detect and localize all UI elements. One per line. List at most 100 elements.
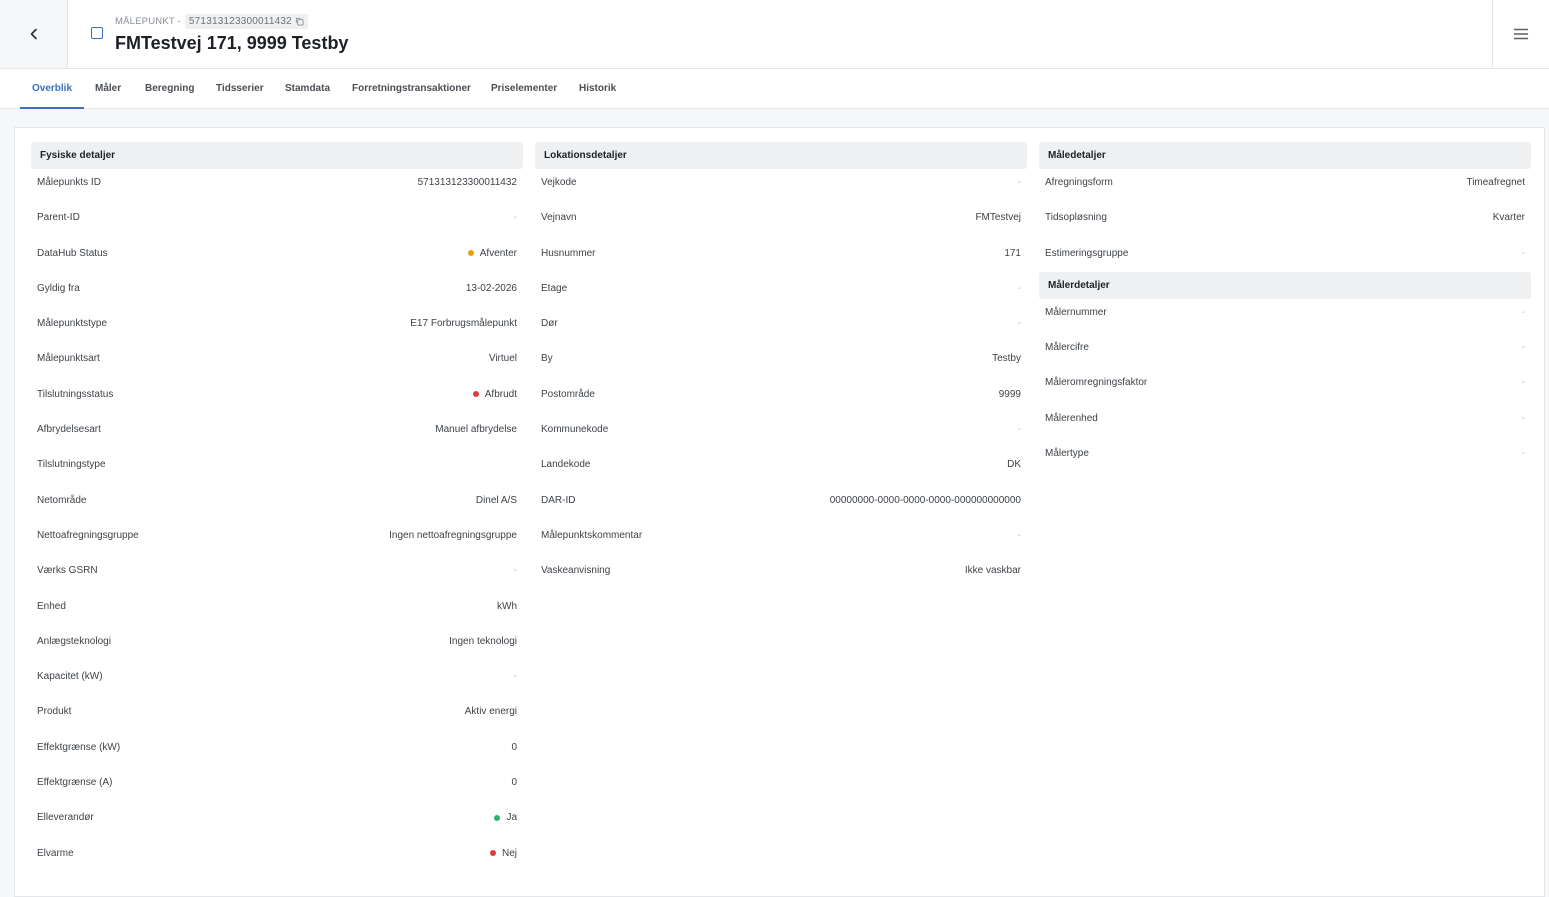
detail-row: Postområde 9999 [535,381,1027,416]
detail-row: Vaskeanvisning Ikke vaskbar [535,557,1027,592]
detail-label: Tilslutningstype [37,459,106,471]
detail-value-text: Dinel A/S [475,494,517,506]
section-title: Måledetaljer [1039,142,1531,169]
location-details-section: Lokationsdetaljer Vejkode - Vejnavn FMTestv… [535,142,1027,593]
detail-row: Elvarme Nej [31,840,523,875]
menu-button[interactable] [1492,0,1549,68]
select-checkbox[interactable] [91,27,103,39]
detail-value-text: Timeafregnet [1466,177,1525,188]
metering-point-id-chip[interactable]: 571313123300011432 [184,13,308,29]
detail-label: Etage [541,282,568,294]
detail-value-text: Ja [506,812,517,824]
detail-label: Vejkode [541,177,577,188]
tab-stamdata[interactable]: Stamdata [285,69,330,109]
detail-row: Målernummer - [1039,299,1531,334]
detail-value-text: 0 [511,777,517,789]
detail-label: Parent-ID [37,212,80,224]
detail-value: kWh [497,601,517,612]
detail-value-text: - [1017,529,1021,541]
detail-label: Målercifre [1045,342,1089,354]
detail-row: Dør - [535,310,1027,345]
tab-overblik[interactable]: Overblik [20,69,85,109]
detail-row: Målepunktstype E17 Forbrugsmålepunkt [31,310,523,345]
physical-details-section: Fysiske detaljer Målepunkts ID 5713131233… [31,142,523,875]
tab-tidsserier[interactable]: Tidsserier [216,69,264,109]
breadcrumb-label: MÅLEPUNKT - [115,15,181,27]
detail-value: - [514,671,517,682]
detail-value: Ingen nettoafregningsgruppe [389,530,517,541]
detail-value: DK [1007,459,1021,470]
detail-value-text: - [1521,306,1525,318]
tab-priselementer[interactable]: Priselementer [491,69,557,109]
copy-icon[interactable] [295,17,304,26]
measurement-details-section: Måledetaljer Afregningsform Timeafregnet T… [1039,142,1531,475]
detail-value: - [1522,248,1525,259]
detail-label: Målernummer [1045,306,1107,318]
detail-label: Elvarme [37,847,74,859]
detail-value-text: E17 Forbrugsmålepunkt [410,318,517,330]
detail-value: 0 [511,742,517,753]
detail-label: Vaskeanvisning [541,565,611,577]
detail-value-text: - [1017,424,1021,436]
detail-row: Kommunekode - [535,416,1027,451]
detail-value-text: - [1521,342,1525,354]
detail-value-text: - [1017,282,1021,294]
detail-value: Ikke vaskbar [965,565,1021,576]
detail-label: Estimeringsgruppe [1045,247,1129,259]
detail-label: Effektgrænse (A) [37,777,113,789]
detail-value: 13-02-2026 [466,283,517,294]
detail-label: DAR-ID [541,494,576,506]
detail-value-text: 571313123300011432 [417,177,517,188]
detail-row: Enhed kWh [31,593,523,628]
detail-value: - [514,212,517,223]
detail-value: - [1522,448,1525,459]
tab-forretningstransaktioner[interactable]: Forretningstransaktioner [352,69,471,109]
detail-value: Virtuel [489,353,517,364]
tab-historik[interactable]: Historik [579,69,616,109]
detail-value: - [1018,424,1021,435]
detail-row: DAR-ID 00000000-0000-0000-0000-0000000000… [535,487,1027,522]
detail-row: Vejnavn FMTestvej [535,204,1027,239]
detail-row: Målepunkts ID 571313123300011432 [31,169,523,204]
detail-value: - [1522,413,1525,424]
detail-label: Produkt [37,706,72,718]
detail-value: 00000000-0000-0000-0000-000000000000 [830,495,1021,506]
detail-value-text: Afventer [479,247,517,259]
detail-value: Nej [489,847,517,859]
detail-value: - [1522,307,1525,318]
tab-beregning[interactable]: Beregning [145,69,194,109]
back-button[interactable] [0,0,68,68]
tab-bar: Overblik Måler Beregning Tidsserier Stam… [0,69,1549,109]
detail-label: Gyldig fra [37,282,80,294]
detail-value-text: Manuel afbrydelse [435,424,517,436]
overview-panel: Fysiske detaljer Målepunkts ID 5713131233… [14,127,1545,897]
detail-value: - [514,565,517,576]
detail-row: Kapacitet (kW) - [31,663,523,698]
tab-maaler[interactable]: Måler [95,69,121,109]
detail-row: Afregningsform Timeafregnet [1039,169,1531,204]
detail-value: 0 [511,777,517,788]
detail-value-text: - [1521,377,1525,389]
detail-label: Målerenhed [1045,412,1098,424]
detail-value-text: Ingen teknologi [449,635,517,647]
detail-value: - [1018,318,1021,329]
detail-row: Estimeringsgruppe - [1039,240,1531,275]
detail-value: Afventer [467,247,517,259]
detail-label: Målepunktskommentar [541,529,643,541]
status-dot-icon [472,391,479,398]
detail-row: Parent-ID - [31,204,523,239]
detail-row: Landekode DK [535,451,1027,486]
detail-row: Afbrydelsesart Manuel afbrydelse [31,416,523,451]
page-header: MÅLEPUNKT - 571313123300011432 FMTestvej… [0,0,1549,69]
detail-label: Vejnavn [541,212,577,224]
detail-row: Værks GSRN - [31,557,523,592]
detail-row: Målepunktsart Virtuel [31,345,523,380]
detail-value: Timeafregnet [1466,177,1525,188]
detail-value-text: Nej [501,847,517,859]
detail-list: Målernummer - Målercifre - Måleromregningsfa… [1039,299,1531,475]
detail-value-text: - [513,671,517,683]
detail-label: Landekode [541,459,591,471]
detail-value: 571313123300011432 [418,177,517,188]
detail-row: Netområde Dinel A/S [31,487,523,522]
detail-value-text: Kvarter [1492,212,1525,224]
